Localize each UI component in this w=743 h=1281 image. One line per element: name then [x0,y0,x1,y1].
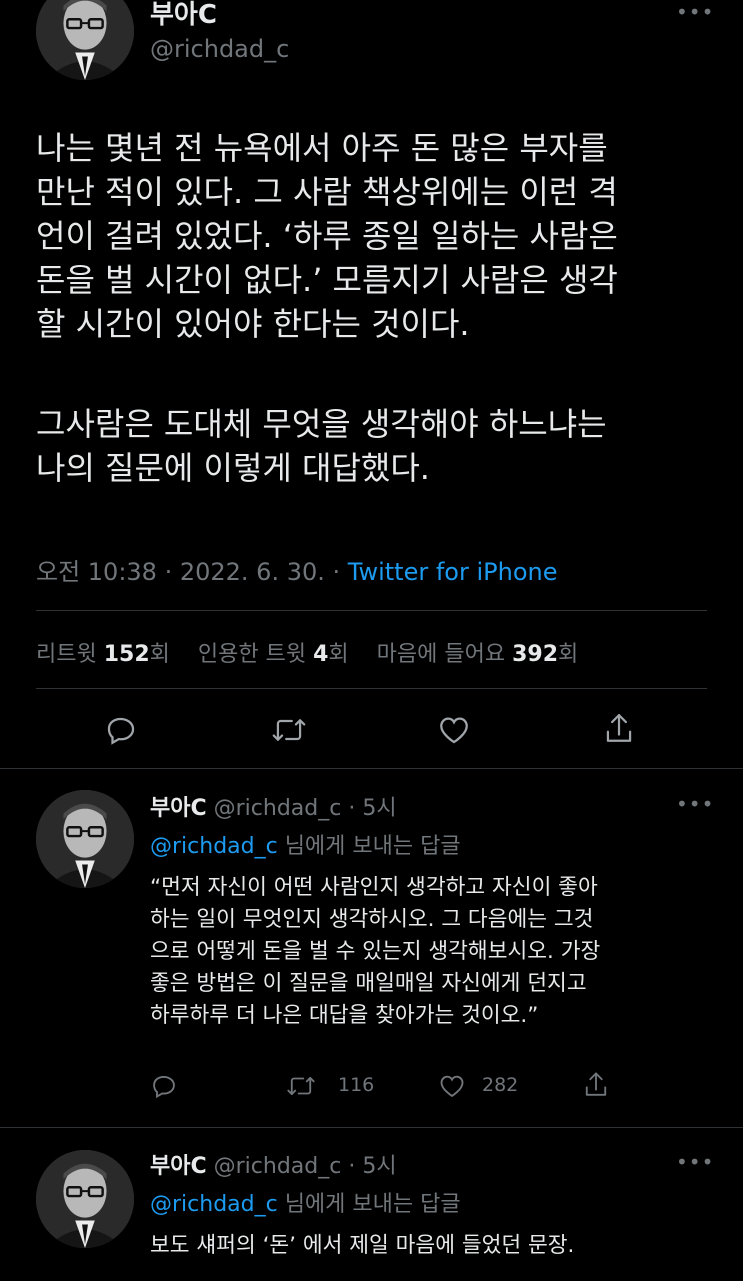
divider [36,688,707,689]
retweet-icon[interactable] [286,1072,316,1100]
display-name[interactable]: 부아C [150,796,207,821]
tweet-paragraph-1: 나는 몇년 전 뉴욕에서 아주 돈 많은 부자를 만난 적이 있다. 그 사람 … [36,126,726,346]
tweet-line: 언이 걸려 있었다. ‘하루 종일 일하는 사람은 [36,217,618,255]
more-icon[interactable]: ••• [676,792,714,816]
like-icon[interactable] [438,1072,466,1100]
reply-line: 보도 섀퍼의 ‘돈’ 에서 제일 마음에 들었던 문장. [150,1233,575,1258]
more-icon[interactable]: ••• [676,0,714,24]
reply-line: 하는 일이 무엇인지 생각하시오. 그 다음에는 그것 [150,907,594,932]
share-icon[interactable] [602,711,636,747]
avatar[interactable] [36,0,134,80]
display-name[interactable]: 부아C [150,1154,207,1179]
handle-time[interactable]: @richdad_c · 5시 [214,796,397,821]
source-link[interactable]: Twitter for iPhone [348,558,558,586]
reply-line: 으로 어떻게 돈을 벌 수 있는지 생각해보시오. 가장 [150,939,601,964]
tweet-line: 만난 적이 있다. 그 사람 책상위에는 이런 격 [36,173,618,211]
divider [36,610,707,611]
reply-to: @richdad_c 님에게 보내는 답글 [150,1192,461,1217]
reply-body: “먼저 자신이 어떤 사람인지 생각하고 자신이 좋아 하는 일이 무엇인지 생… [150,872,730,1032]
reply-icon[interactable] [104,713,138,747]
avatar[interactable] [36,790,134,888]
reply-icon[interactable] [150,1072,178,1100]
handle[interactable]: @richdad_c [150,35,289,63]
retweet-icon[interactable] [271,713,307,747]
handle-time[interactable]: @richdad_c · 5시 [214,1154,397,1179]
tweet-line: 할 시간이 있어야 한다는 것이다. [36,305,470,343]
like-stat[interactable]: 마음에 들어요 392회 [377,642,579,667]
timestamp-row: 오전 10:38 · 2022. 6. 30. · Twitter for iP… [36,552,557,587]
timestamp[interactable]: 오전 10:38 · 2022. 6. 30. · [36,558,348,586]
avatar[interactable] [36,1150,134,1248]
retweet-stat[interactable]: 리트윗 152회 [36,642,170,667]
display-name[interactable]: 부아C [150,0,217,31]
reply-body: 보도 섀퍼의 ‘돈’ 에서 제일 마음에 들었던 문장. [150,1230,730,1262]
reply-line: “먼저 자신이 어떤 사람인지 생각하고 자신이 좋아 [150,875,598,900]
reply-line: 좋은 방법은 이 질문을 매일매일 자신에게 던지고 [150,971,587,996]
reply-to: @richdad_c 님에게 보내는 답글 [150,834,461,859]
reply-line: 하루하루 더 나은 대답을 찾아가는 것이오.” [150,1003,539,1028]
divider [0,1127,743,1128]
tweet-paragraph-2: 그사람은 도대체 무엇을 생각해야 하느냐는 나의 질문에 이렇게 대답했다. [36,402,726,490]
divider [0,768,743,769]
tweet-line: 나의 질문에 이렇게 대답했다. [36,449,430,487]
reply-header: 부아C @richdad_c · 5시 [150,1148,397,1180]
more-icon[interactable]: ••• [676,1150,714,1174]
reply-header: 부아C @richdad_c · 5시 [150,790,397,822]
reply-to-handle[interactable]: @richdad_c [150,1192,278,1217]
quote-stat[interactable]: 인용한 트윗 4회 [198,642,349,667]
stats-row: 리트윗 152회 인용한 트윗 4회 마음에 들어요 392회 [36,636,578,668]
tweet-line: 나는 몇년 전 뉴욕에서 아주 돈 많은 부자를 [36,129,608,167]
retweet-count: 116 [338,1074,375,1096]
share-icon[interactable] [582,1070,610,1100]
reply-to-handle[interactable]: @richdad_c [150,834,278,859]
like-icon[interactable] [437,713,471,747]
tweet-line: 돈을 벌 시간이 없다.’ 모름지기 사람은 생각 [36,261,618,299]
like-count: 282 [482,1074,519,1096]
tweet-line: 그사람은 도대체 무엇을 생각해야 하느냐는 [36,405,607,443]
